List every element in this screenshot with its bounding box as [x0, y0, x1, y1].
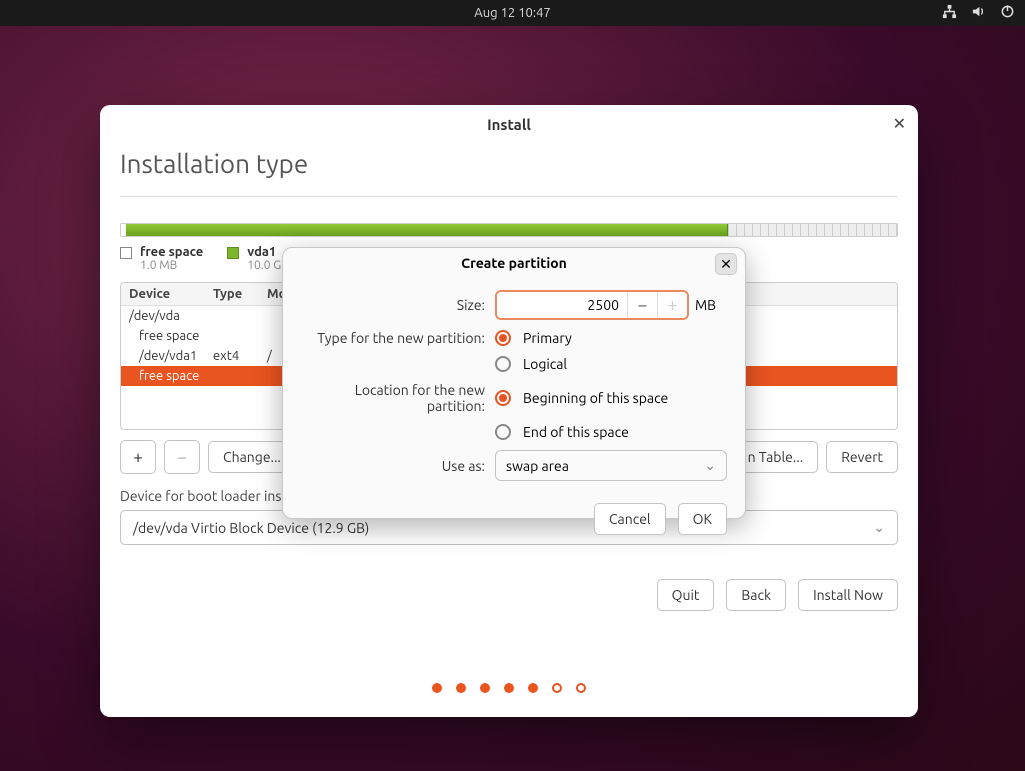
- top-panel: Aug 12 10:47: [0, 0, 1025, 26]
- use-as-label: Use as:: [301, 458, 495, 474]
- chevron-down-icon: ⌄: [704, 457, 716, 474]
- disk-seg-free2: [728, 224, 897, 236]
- legend-name: free space: [140, 245, 203, 259]
- chevron-down-icon: ⌄: [873, 519, 885, 536]
- legend-free-space: free space 1.0 MB: [120, 245, 203, 272]
- partition-location-label: Location for the new partition:: [301, 382, 495, 414]
- dot-icon: [432, 683, 442, 693]
- remove-partition-button[interactable]: −: [164, 440, 200, 474]
- install-now-button[interactable]: Install Now: [798, 579, 898, 611]
- use-as-value: swap area: [506, 458, 569, 474]
- use-as-select[interactable]: swap area ⌄: [495, 450, 727, 481]
- swatch-icon: [120, 247, 132, 259]
- dot-icon: [528, 683, 538, 693]
- network-icon[interactable]: [942, 4, 957, 22]
- radio-beginning[interactable]: [495, 390, 511, 406]
- legend-size: 10.0 G: [247, 259, 281, 272]
- window-titlebar: Install ✕: [100, 105, 918, 143]
- legend-name: vda1: [247, 245, 281, 259]
- divider: [120, 196, 898, 197]
- dot-icon: [504, 683, 514, 693]
- size-label: Size:: [301, 297, 495, 313]
- dialog-cancel-button[interactable]: Cancel: [594, 503, 666, 535]
- window-title: Install: [487, 116, 531, 133]
- radio-logical[interactable]: [495, 356, 511, 372]
- radio-end-label: End of this space: [523, 424, 629, 440]
- window-close-button[interactable]: ✕: [893, 114, 906, 133]
- size-decrement-button[interactable]: −: [627, 292, 657, 318]
- dot-icon: [552, 683, 562, 693]
- page-heading: Installation type: [120, 149, 898, 178]
- col-type: Type: [213, 287, 263, 301]
- volume-icon[interactable]: [971, 4, 986, 22]
- disk-usage-bar[interactable]: [120, 223, 898, 237]
- dot-icon: [480, 683, 490, 693]
- dot-icon: [456, 683, 466, 693]
- system-tray: [942, 4, 1015, 22]
- clock[interactable]: Aug 12 10:47: [474, 6, 551, 20]
- dot-icon: [576, 683, 586, 693]
- wizard-buttons: Quit Back Install Now: [120, 579, 898, 611]
- dialog-close-button[interactable]: ✕: [715, 253, 737, 275]
- dialog-title: Create partition ✕: [283, 248, 745, 278]
- disk-seg-vda1: [126, 224, 728, 236]
- swatch-icon: [227, 247, 239, 259]
- revert-button[interactable]: Revert: [826, 441, 898, 473]
- size-unit: MB: [695, 297, 716, 313]
- partition-type-label: Type for the new partition:: [301, 330, 495, 346]
- legend-size: 1.0 MB: [140, 259, 203, 272]
- radio-end[interactable]: [495, 424, 511, 440]
- radio-beginning-label: Beginning of this space: [523, 390, 668, 406]
- create-partition-dialog: Create partition ✕ Size: − + MB Type for…: [282, 247, 746, 519]
- radio-primary[interactable]: [495, 330, 511, 346]
- col-device: Device: [129, 287, 209, 301]
- size-increment-button[interactable]: +: [657, 292, 687, 318]
- dialog-ok-button[interactable]: OK: [678, 503, 727, 535]
- progress-dots: [100, 683, 918, 693]
- back-button[interactable]: Back: [726, 579, 786, 611]
- add-partition-button[interactable]: +: [120, 440, 156, 474]
- quit-button[interactable]: Quit: [657, 579, 715, 611]
- legend-vda1: vda1 10.0 G: [227, 245, 281, 272]
- power-icon[interactable]: [1000, 4, 1015, 22]
- size-input[interactable]: [497, 292, 627, 318]
- size-spinner: − +: [495, 290, 689, 320]
- radio-primary-label: Primary: [523, 330, 572, 346]
- radio-logical-label: Logical: [523, 356, 567, 372]
